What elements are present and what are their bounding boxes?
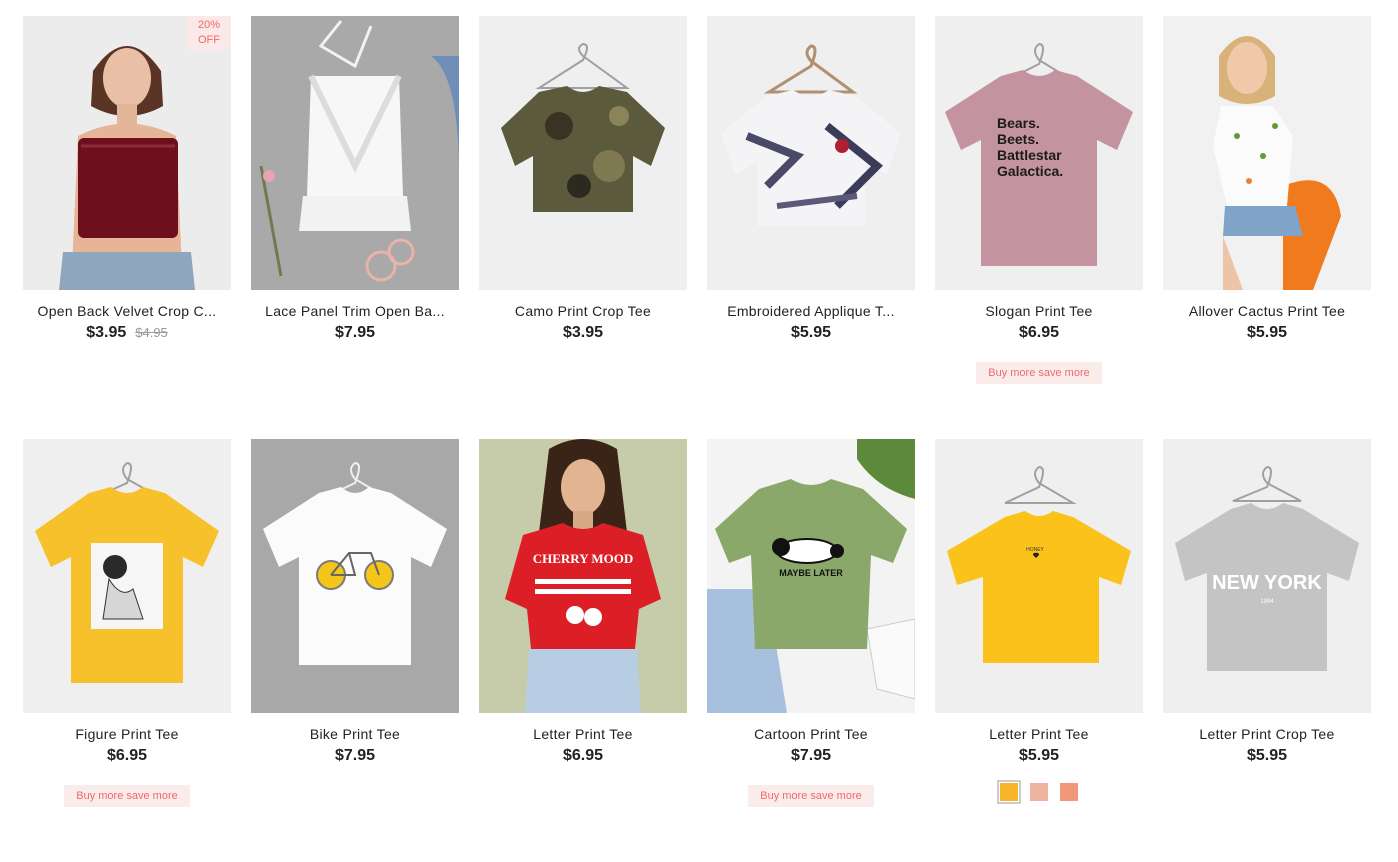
product-image[interactable] (707, 16, 915, 290)
svg-text:Battlestar: Battlestar (997, 147, 1062, 163)
price-row: $3.95 (479, 324, 687, 342)
price-row: $7.95 (707, 747, 915, 765)
product-card[interactable]: Figure Print Tee $6.95 Buy more save mor… (23, 439, 231, 862)
product-title[interactable]: Letter Print Crop Tee (1163, 726, 1371, 742)
buy-more-save-more-tag[interactable]: Buy more save more (748, 785, 874, 807)
discount-badge: 20% OFF (187, 16, 231, 50)
product-image[interactable]: HONEY (935, 439, 1143, 713)
svg-text:HONEY: HONEY (1026, 547, 1044, 553)
price-row: $3.95 $4.95 (23, 324, 231, 342)
svg-text:Beets.: Beets. (997, 131, 1039, 147)
product-price: $5.95 (1018, 747, 1060, 764)
product-price: $5.95 (1246, 324, 1288, 341)
price-row: $5.95 (1163, 324, 1371, 342)
price-row: $5.95 (707, 324, 915, 342)
svg-text:NEW YORK: NEW YORK (1212, 572, 1322, 594)
product-price: $7.95 (790, 747, 832, 764)
svg-text:Galactica.: Galactica. (997, 163, 1063, 179)
product-card[interactable]: Lace Panel Trim Open Ba... $7.95 (251, 16, 459, 439)
buy-more-save-more-tag[interactable]: Buy more save more (976, 362, 1102, 384)
product-card[interactable]: CHERRY MOOD Letter Print Tee $6.95 (479, 439, 687, 862)
price-row: $6.95 (479, 747, 687, 765)
svg-text:1994: 1994 (1260, 599, 1274, 605)
product-title[interactable]: Letter Print Tee (935, 726, 1143, 742)
color-swatch[interactable] (1030, 783, 1048, 801)
product-title[interactable]: Letter Print Tee (479, 726, 687, 742)
price-row: $7.95 (251, 747, 459, 765)
product-price: $3.95 (86, 324, 127, 341)
product-card[interactable]: 20% OFF Open Back Velvet Crop C... $3.95… (23, 16, 231, 439)
product-card[interactable]: Camo Print Crop Tee $3.95 (479, 16, 687, 439)
product-card[interactable]: Bears. Beets. Battlestar Galactica. Slog… (935, 16, 1143, 439)
product-image[interactable]: 20% OFF (23, 16, 231, 290)
product-price: $6.95 (106, 747, 148, 764)
product-image[interactable]: MAYBE LATER (707, 439, 915, 713)
product-image[interactable] (1163, 16, 1371, 290)
product-card[interactable]: Bike Print Tee $7.95 (251, 439, 459, 862)
buy-more-save-more-tag[interactable]: Buy more save more (64, 785, 190, 807)
product-image[interactable]: Bears. Beets. Battlestar Galactica. (935, 16, 1143, 290)
product-image[interactable] (251, 16, 459, 290)
price-row: $5.95 (935, 747, 1143, 765)
product-price: $3.95 (562, 324, 604, 341)
price-row: $5.95 (1163, 747, 1371, 765)
product-grid: 20% OFF Open Back Velvet Crop C... $3.95… (23, 16, 1373, 862)
product-image[interactable] (251, 439, 459, 713)
product-title[interactable]: Lace Panel Trim Open Ba... (251, 303, 459, 319)
svg-text:MAYBE LATER: MAYBE LATER (779, 568, 843, 578)
product-title[interactable]: Embroidered Applique T... (707, 303, 915, 319)
product-title[interactable]: Figure Print Tee (23, 726, 231, 742)
product-title[interactable]: Allover Cactus Print Tee (1163, 303, 1371, 319)
price-row: $6.95 (23, 747, 231, 765)
product-title[interactable]: Camo Print Crop Tee (479, 303, 687, 319)
product-card[interactable]: Allover Cactus Print Tee $5.95 (1163, 16, 1371, 439)
product-price: $6.95 (1018, 324, 1060, 341)
price-row: $6.95 (935, 324, 1143, 342)
product-price: $7.95 (334, 747, 376, 764)
price-row: $7.95 (251, 324, 459, 342)
color-swatches (935, 780, 1143, 804)
product-price: $6.95 (562, 747, 604, 764)
product-image[interactable]: NEW YORK 1994 (1163, 439, 1371, 713)
product-card[interactable]: HONEY Letter Print Tee $5.95 (935, 439, 1143, 862)
product-price: $7.95 (334, 324, 376, 341)
product-card[interactable]: NEW YORK 1994 Letter Print Crop Tee $5.9… (1163, 439, 1371, 862)
product-card[interactable]: Embroidered Applique T... $5.95 (707, 16, 915, 439)
color-swatch[interactable] (997, 780, 1021, 804)
product-price: $5.95 (1246, 747, 1288, 764)
product-title[interactable]: Cartoon Print Tee (707, 726, 915, 742)
product-image[interactable] (479, 16, 687, 290)
product-price: $5.95 (790, 324, 832, 341)
product-image[interactable] (23, 439, 231, 713)
color-swatch[interactable] (1060, 783, 1078, 801)
original-price: $4.95 (135, 325, 168, 340)
product-card[interactable]: MAYBE LATER Cartoon Print Tee $7.95 Buy … (707, 439, 915, 862)
svg-text:CHERRY MOOD: CHERRY MOOD (533, 551, 634, 566)
product-title[interactable]: Bike Print Tee (251, 726, 459, 742)
product-title[interactable]: Slogan Print Tee (935, 303, 1143, 319)
product-title[interactable]: Open Back Velvet Crop C... (23, 303, 231, 319)
product-image[interactable]: CHERRY MOOD (479, 439, 687, 713)
svg-text:Bears.: Bears. (997, 115, 1040, 131)
